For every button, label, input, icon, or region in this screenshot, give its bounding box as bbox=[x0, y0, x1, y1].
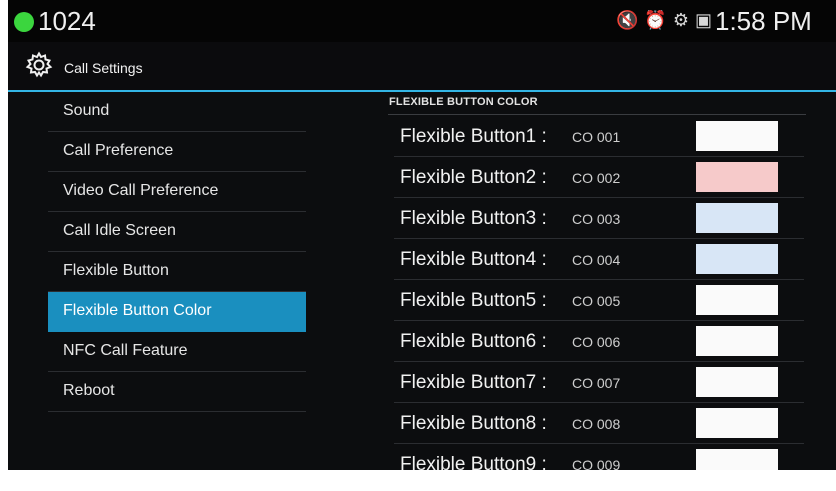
settings-menu: Sound Call Preference Video Call Prefere… bbox=[48, 92, 306, 412]
color-swatch[interactable] bbox=[696, 326, 778, 356]
color-swatch[interactable] bbox=[696, 121, 778, 151]
color-swatch[interactable] bbox=[696, 203, 778, 233]
menu-item-label: Call Idle Screen bbox=[63, 222, 176, 239]
menu-item-label: Sound bbox=[63, 102, 110, 119]
list-item[interactable]: Flexible Button4 : CO 004 bbox=[394, 239, 804, 280]
color-code: CO 006 bbox=[572, 334, 621, 350]
list-item[interactable]: Flexible Button2 : CO 002 bbox=[394, 157, 804, 198]
page-title: Call Settings bbox=[64, 60, 143, 76]
color-code: CO 008 bbox=[572, 416, 621, 432]
list-item[interactable]: Flexible Button9 : CO 009 bbox=[394, 444, 804, 470]
menu-item-label: Call Preference bbox=[63, 142, 174, 159]
status-icons: 🔇⏰⚙▣ bbox=[616, 10, 718, 31]
menu-item-label: Flexible Button Color bbox=[63, 302, 212, 319]
color-swatch[interactable] bbox=[696, 408, 778, 438]
color-code: CO 002 bbox=[572, 170, 621, 186]
extension-number: 1024 bbox=[38, 6, 96, 36]
row-label: Flexible Button6 : bbox=[400, 331, 547, 352]
list-item[interactable]: Flexible Button3 : CO 003 bbox=[394, 198, 804, 239]
usb-icon: ⚙ bbox=[672, 10, 695, 30]
color-swatch[interactable] bbox=[696, 449, 778, 470]
section-title: FLEXIBLE BUTTON COLOR bbox=[389, 96, 538, 108]
menu-item-label: Reboot bbox=[63, 382, 115, 399]
color-swatch[interactable] bbox=[696, 162, 778, 192]
menu-item-call-preference[interactable]: Call Preference bbox=[48, 132, 306, 172]
menu-item-nfc-call-feature[interactable]: NFC Call Feature bbox=[48, 332, 306, 372]
color-code: CO 001 bbox=[572, 129, 621, 145]
row-label: Flexible Button8 : bbox=[400, 413, 547, 434]
row-label: Flexible Button2 : bbox=[400, 167, 547, 188]
row-label: Flexible Button4 : bbox=[400, 249, 547, 270]
menu-item-video-call-preference[interactable]: Video Call Preference bbox=[48, 172, 306, 212]
row-label: Flexible Button9 : bbox=[400, 454, 547, 470]
mute-icon: 🔇 bbox=[616, 10, 645, 30]
menu-item-label: Video Call Preference bbox=[63, 182, 219, 199]
menu-item-call-idle-screen[interactable]: Call Idle Screen bbox=[48, 212, 306, 252]
menu-item-flexible-button[interactable]: Flexible Button bbox=[48, 252, 306, 292]
menu-item-flexible-button-color[interactable]: Flexible Button Color bbox=[48, 292, 306, 332]
app-header: Call Settings bbox=[8, 42, 836, 92]
row-label: Flexible Button7 : bbox=[400, 372, 547, 393]
color-code: CO 004 bbox=[572, 252, 621, 268]
device-screen: 1024 🔇⏰⚙▣ 1:58 PM Call Settings Sound Ca… bbox=[8, 0, 836, 470]
color-code: CO 003 bbox=[572, 211, 621, 227]
menu-item-label: Flexible Button bbox=[63, 262, 169, 279]
color-code: CO 009 bbox=[572, 457, 621, 470]
section-divider bbox=[388, 114, 806, 115]
row-label: Flexible Button1 : bbox=[400, 126, 547, 147]
color-code: CO 005 bbox=[572, 293, 621, 309]
status-indicator-icon bbox=[14, 12, 34, 32]
color-swatch[interactable] bbox=[696, 367, 778, 397]
color-swatch[interactable] bbox=[696, 285, 778, 315]
list-item[interactable]: Flexible Button1 : CO 001 bbox=[394, 116, 804, 157]
status-time: 1:58 PM bbox=[715, 6, 812, 36]
list-item[interactable]: Flexible Button7 : CO 007 bbox=[394, 362, 804, 403]
list-item[interactable]: Flexible Button6 : CO 006 bbox=[394, 321, 804, 362]
gear-icon[interactable] bbox=[24, 50, 54, 80]
list-item[interactable]: Flexible Button8 : CO 008 bbox=[394, 403, 804, 444]
row-label: Flexible Button5 : bbox=[400, 290, 547, 311]
flexible-button-color-list: Flexible Button1 : CO 001 Flexible Butto… bbox=[394, 116, 804, 470]
color-code: CO 007 bbox=[572, 375, 621, 391]
menu-item-reboot[interactable]: Reboot bbox=[48, 372, 306, 412]
status-bar: 1024 🔇⏰⚙▣ 1:58 PM bbox=[8, 0, 836, 42]
alarm-icon: ⏰ bbox=[644, 10, 673, 30]
color-swatch[interactable] bbox=[696, 244, 778, 274]
menu-item-sound[interactable]: Sound bbox=[48, 92, 306, 132]
row-label: Flexible Button3 : bbox=[400, 208, 547, 229]
list-item[interactable]: Flexible Button5 : CO 005 bbox=[394, 280, 804, 321]
menu-item-label: NFC Call Feature bbox=[63, 342, 188, 359]
